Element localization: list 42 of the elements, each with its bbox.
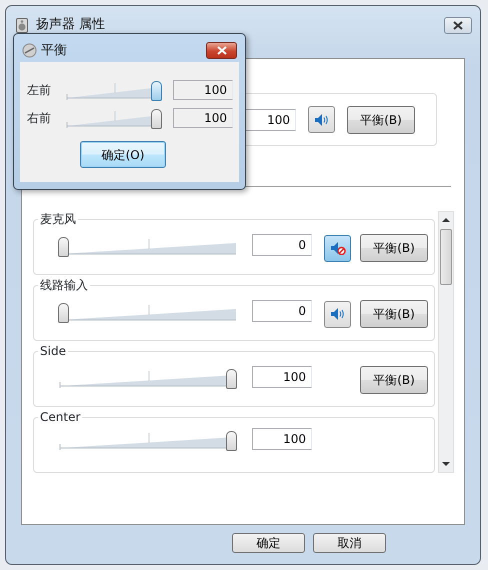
scrollbar[interactable] bbox=[438, 211, 454, 473]
dialog-title: 平衡 bbox=[41, 42, 67, 60]
volume-field[interactable]: 100 bbox=[173, 80, 233, 100]
volume-field[interactable]: 0 bbox=[252, 300, 312, 322]
slider-thumb[interactable] bbox=[151, 109, 162, 129]
slider-thumb[interactable] bbox=[58, 237, 69, 257]
slider[interactable] bbox=[65, 106, 165, 130]
mute-button[interactable] bbox=[324, 234, 351, 262]
volume-field[interactable]: 100 bbox=[173, 108, 233, 128]
slider-thumb[interactable] bbox=[226, 369, 237, 389]
speaker-icon bbox=[16, 18, 28, 32]
speaker-icon bbox=[330, 307, 346, 321]
balance-button[interactable]: 平衡(B) bbox=[360, 234, 428, 262]
window-title: 扬声器 属性 bbox=[36, 16, 106, 34]
dialog-button[interactable]: 取消 bbox=[313, 533, 386, 553]
ok-button[interactable]: 确定(O) bbox=[80, 141, 166, 168]
close-icon bbox=[216, 46, 226, 55]
balance-button[interactable]: 平衡(B) bbox=[360, 300, 428, 328]
mute-button[interactable] bbox=[308, 106, 335, 133]
channel-label: 麦克风 bbox=[38, 211, 78, 227]
slider-thumb[interactable] bbox=[226, 431, 237, 451]
channel-label: 线路输入 bbox=[38, 277, 90, 293]
balance-icon bbox=[22, 43, 37, 58]
mute-button[interactable] bbox=[324, 300, 351, 328]
channel-label: 左前 bbox=[27, 82, 52, 99]
slider[interactable] bbox=[58, 366, 240, 390]
slider[interactable] bbox=[65, 78, 165, 102]
muted-speaker-icon bbox=[330, 241, 346, 255]
slider-thumb[interactable] bbox=[151, 81, 162, 101]
balance-button[interactable]: 平衡(B) bbox=[360, 366, 428, 394]
volume-field[interactable]: 100 bbox=[252, 366, 312, 388]
speaker-icon bbox=[314, 112, 330, 126]
volume-field[interactable]: 100 bbox=[252, 428, 312, 450]
close-button[interactable] bbox=[444, 16, 472, 34]
volume-field[interactable]: 0 bbox=[252, 234, 312, 256]
slider-thumb[interactable] bbox=[58, 303, 69, 323]
close-icon bbox=[453, 20, 463, 30]
close-button[interactable] bbox=[206, 42, 237, 59]
slider[interactable] bbox=[58, 428, 240, 452]
balance-button[interactable]: 平衡(B) bbox=[347, 106, 415, 134]
channel-label: 右前 bbox=[27, 110, 52, 127]
dialog-button[interactable]: 确定 bbox=[232, 533, 305, 553]
